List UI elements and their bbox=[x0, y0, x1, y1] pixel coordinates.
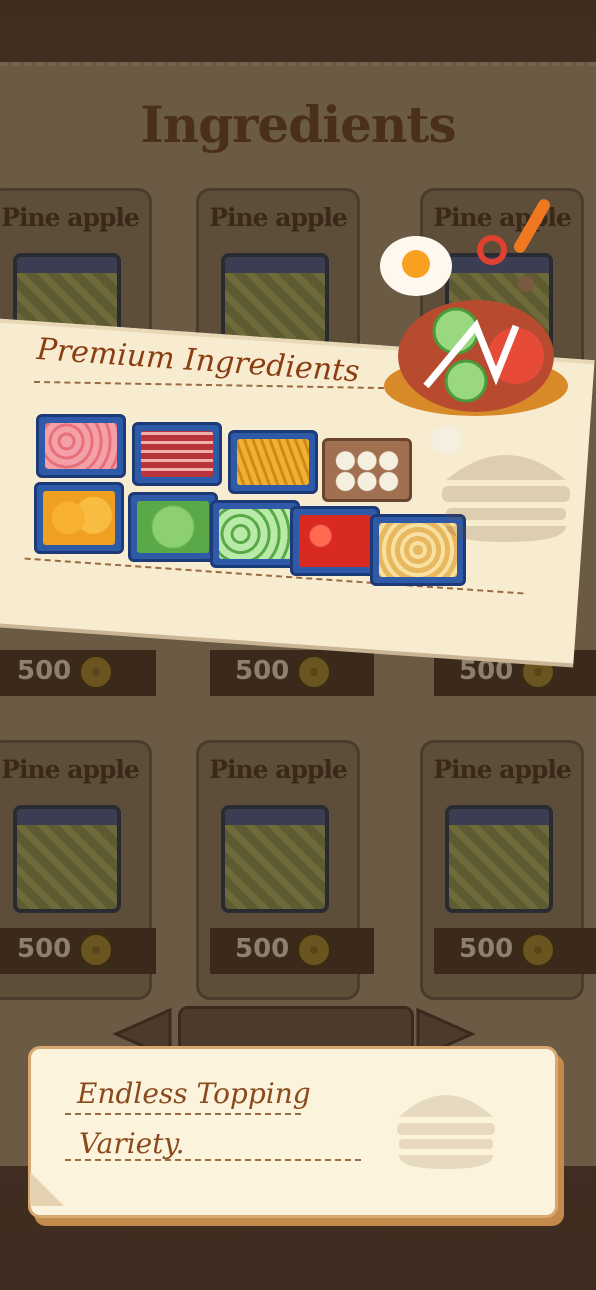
price-text: 500 bbox=[235, 934, 290, 964]
burger-watermark-icon bbox=[442, 455, 570, 542]
message-line-1: Endless Topping bbox=[77, 1077, 311, 1110]
cookie-coin-icon bbox=[78, 654, 114, 690]
card-name: Pine apple bbox=[209, 203, 348, 232]
screen: Ingredients Pine apple Pine apple Pine a… bbox=[0, 0, 596, 1290]
price-tag[interactable]: 500 bbox=[210, 650, 374, 696]
tomato-tray-icon bbox=[290, 506, 380, 576]
ingredient-tray-icon bbox=[221, 805, 329, 913]
price-tag[interactable]: 500 bbox=[0, 650, 156, 696]
ingredient-tray-icon bbox=[445, 805, 553, 913]
card-name: Pine apple bbox=[209, 755, 348, 784]
price-tag[interactable]: 500 bbox=[434, 928, 596, 974]
lettuce-tray-icon bbox=[128, 492, 218, 562]
price-text: 500 bbox=[459, 934, 514, 964]
fries-tray-icon bbox=[228, 430, 318, 494]
shrimp-tray-icon bbox=[36, 414, 126, 478]
price-text: 500 bbox=[17, 934, 72, 964]
bun-tray-icon bbox=[34, 482, 124, 554]
cucumber-tray-icon bbox=[210, 500, 300, 568]
card-name: Pine apple bbox=[433, 755, 572, 784]
board-title: Ingredients bbox=[140, 95, 456, 154]
cookie-coin-icon bbox=[520, 932, 556, 968]
price-tag[interactable]: 500 bbox=[0, 928, 156, 974]
cookie-coin-icon bbox=[296, 932, 332, 968]
message-box: Endless Topping Variety. bbox=[28, 1046, 558, 1218]
ingredient-tray-icon bbox=[13, 805, 121, 913]
price-text: 500 bbox=[459, 656, 514, 686]
burger-toppings-icon bbox=[380, 199, 568, 454]
page-fold-corner bbox=[30, 1172, 64, 1206]
message-line-2: Variety. bbox=[79, 1127, 185, 1160]
price-text: 500 bbox=[17, 656, 72, 686]
price-tag[interactable]: 500 bbox=[210, 928, 374, 974]
card-name: Pine apple bbox=[1, 755, 140, 784]
bacon-tray-icon bbox=[132, 422, 222, 486]
divider bbox=[65, 1159, 361, 1161]
cookie-coin-icon bbox=[78, 932, 114, 968]
card-name: Pine apple bbox=[1, 203, 140, 232]
cookie-coin-icon bbox=[296, 654, 332, 690]
price-text: 500 bbox=[235, 656, 290, 686]
divider bbox=[65, 1113, 301, 1115]
burger-watermark-icon bbox=[397, 1095, 495, 1169]
